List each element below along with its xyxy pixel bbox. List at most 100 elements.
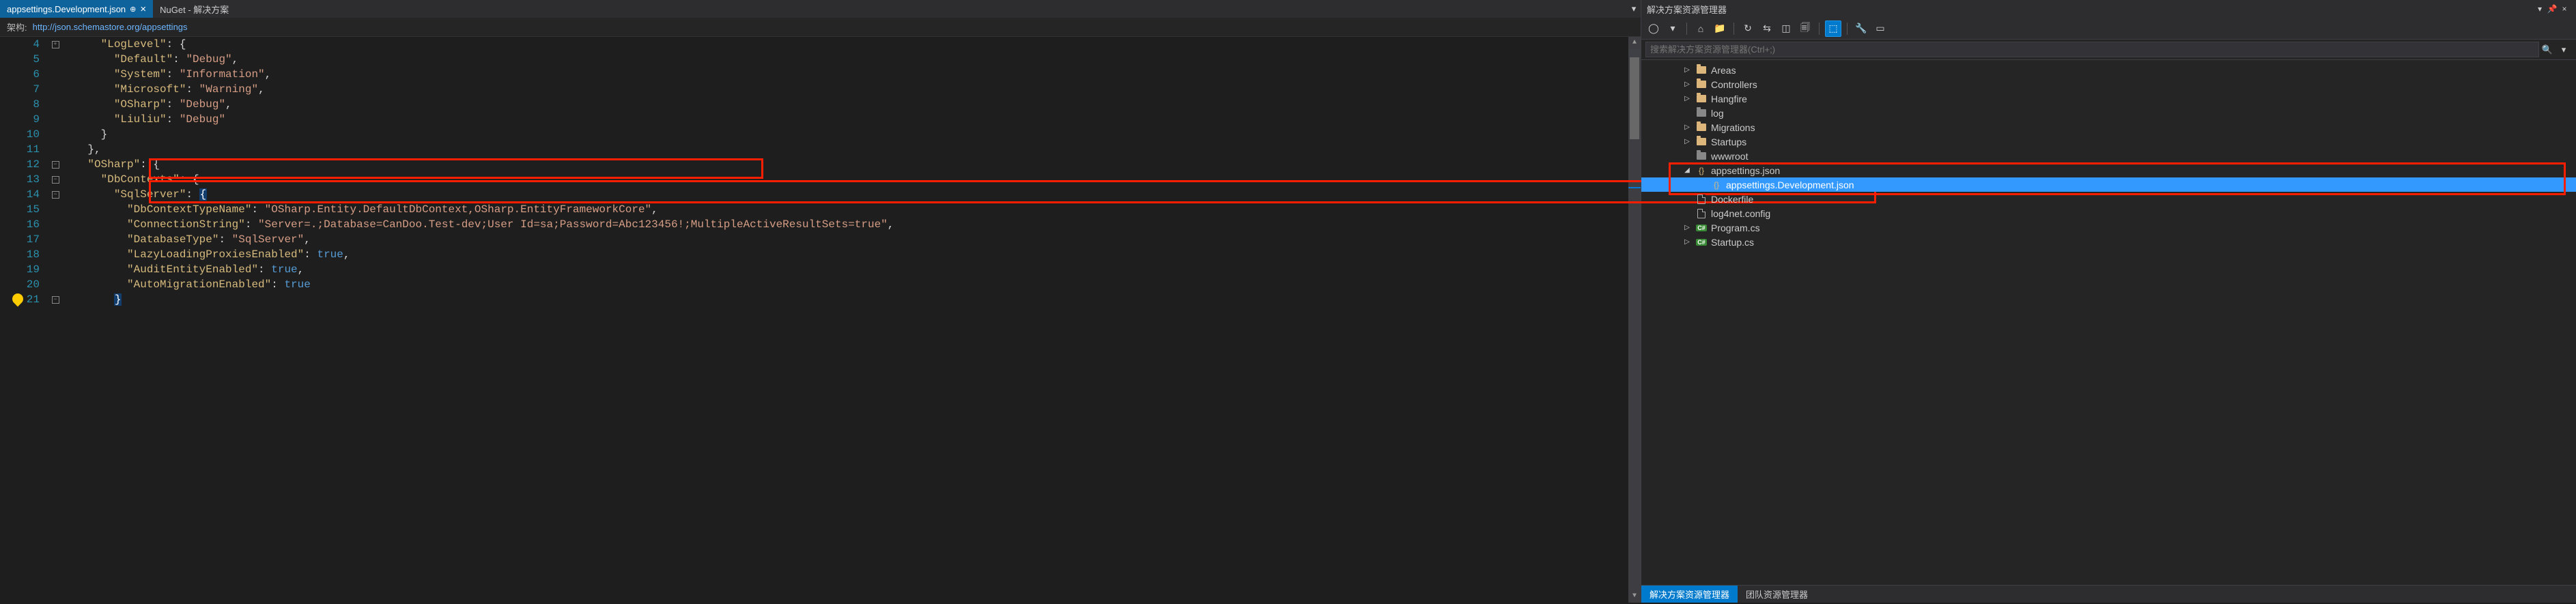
code-line[interactable]: } xyxy=(61,292,1628,307)
explorer-search-row: 🔍 ▾ xyxy=(1641,40,2576,60)
tree-item[interactable]: log4net.config xyxy=(1641,206,2576,220)
tree-item-label: Controllers xyxy=(1711,79,1757,90)
vertical-scrollbar[interactable]: ▲ ▼ xyxy=(1628,37,1641,603)
search-dropdown-icon[interactable]: ▾ xyxy=(2556,44,2572,55)
tab-label: appsettings.Development.json xyxy=(7,4,126,14)
file-icon xyxy=(1696,208,1707,219)
editor-area: appsettings.Development.json ⊕ × NuGet -… xyxy=(0,0,1641,603)
code-lines[interactable]: "LogLevel": { "Default": "Debug", "Syste… xyxy=(61,37,1628,603)
schema-label: 架构: xyxy=(7,20,27,33)
code-line[interactable]: "DbContextTypeName": "OSharp.Entity.Defa… xyxy=(61,202,1628,217)
panel-close-icon[interactable]: × xyxy=(2558,4,2571,14)
code-line[interactable]: "Liuliu": "Debug" xyxy=(61,112,1628,127)
code-line[interactable]: "AuditEntityEnabled": true, xyxy=(61,262,1628,277)
code-line[interactable]: "OSharp": { xyxy=(61,157,1628,172)
tree-item[interactable]: ▷ Controllers xyxy=(1641,77,2576,91)
sync-button[interactable]: 📁 xyxy=(1712,20,1728,37)
tree-item[interactable]: ◢ {} appsettings.json xyxy=(1641,163,2576,177)
folder-icon xyxy=(1696,94,1707,104)
wrench-button[interactable]: 🔧 xyxy=(1853,20,1869,37)
tree-item-label: wwwroot xyxy=(1711,151,1748,162)
solution-tree[interactable]: ▷Areas▷Controllers▷Hangfirelog▷Migration… xyxy=(1641,60,2576,585)
panel-menu-icon[interactable]: ▾ xyxy=(2534,4,2546,14)
collapse-button[interactable]: ⇆ xyxy=(1759,20,1775,37)
tab-appsettings-dev[interactable]: appsettings.Development.json ⊕ × xyxy=(0,0,153,18)
tree-item[interactable]: ▷Startups xyxy=(1641,134,2576,149)
scroll-thumb[interactable] xyxy=(1630,57,1639,139)
view-mode-button[interactable]: ⬚ xyxy=(1825,20,1841,37)
line-number-gutter: 456789101112131415161718192021 xyxy=(0,37,49,603)
search-icon[interactable]: 🔍 xyxy=(2539,44,2556,55)
tree-item[interactable]: ▷Hangfire xyxy=(1641,91,2576,106)
panel-pin-icon[interactable]: 📌 xyxy=(2546,4,2558,14)
properties-button[interactable]: 🗐 xyxy=(1797,20,1813,37)
explorer-search-input[interactable] xyxy=(1645,42,2539,57)
schema-url[interactable]: http://json.schemastore.org/appsettings xyxy=(33,22,188,32)
scroll-track[interactable] xyxy=(1628,57,1641,590)
forward-button[interactable]: ▾ xyxy=(1665,20,1681,37)
panel-titlebar: 解决方案资源管理器 ▾ 📌 × xyxy=(1641,0,2576,18)
folder-icon xyxy=(1696,108,1707,119)
tree-item-label: Migrations xyxy=(1711,122,1755,133)
expand-toggle[interactable]: ▷ xyxy=(1682,224,1692,231)
scroll-up-icon[interactable]: ▲ xyxy=(1628,37,1641,49)
code-line[interactable]: "LogLevel": { xyxy=(61,37,1628,52)
tree-item[interactable]: ▷C#Program.cs xyxy=(1641,220,2576,235)
expand-toggle[interactable]: ▷ xyxy=(1682,124,1692,131)
back-button[interactable]: ◯ xyxy=(1645,20,1662,37)
fold-toggle[interactable]: − xyxy=(52,161,59,169)
file-icon xyxy=(1696,194,1707,205)
refresh-button[interactable]: ↻ xyxy=(1740,20,1756,37)
home-button[interactable]: ⌂ xyxy=(1693,20,1709,37)
fold-toggle[interactable]: + xyxy=(52,41,59,48)
code-line[interactable]: "AutoMigrationEnabled": true xyxy=(61,277,1628,292)
code-line[interactable]: "DbContexts": { xyxy=(61,172,1628,187)
tab-nuget[interactable]: NuGet - 解决方案 xyxy=(153,0,236,18)
fold-toggle[interactable]: − xyxy=(52,176,59,184)
tab-solution-explorer[interactable]: 解决方案资源管理器 xyxy=(1641,586,1738,603)
fold-toggle[interactable]: − xyxy=(52,191,59,199)
expand-toggle[interactable]: ▷ xyxy=(1682,238,1692,246)
tree-item[interactable]: wwwroot xyxy=(1641,149,2576,163)
tree-item[interactable]: log xyxy=(1641,106,2576,120)
document-tabs: appsettings.Development.json ⊕ × NuGet -… xyxy=(0,0,1641,18)
solution-explorer-panel: 解决方案资源管理器 ▾ 📌 × ◯ ▾ ⌂ 📁 ↻ ⇆ ◫ 🗐 ⬚ 🔧 ▭ 🔍 … xyxy=(1641,0,2576,603)
explorer-toolbar: ◯ ▾ ⌂ 📁 ↻ ⇆ ◫ 🗐 ⬚ 🔧 ▭ xyxy=(1641,18,2576,40)
fold-toggle[interactable]: − xyxy=(52,296,59,304)
pin-icon[interactable]: ⊕ xyxy=(130,5,136,14)
expand-toggle[interactable]: ▷ xyxy=(1682,138,1692,145)
expand-toggle[interactable]: ◢ xyxy=(1682,167,1692,174)
preview-button[interactable]: ▭ xyxy=(1872,20,1888,37)
code-line[interactable]: "ConnectionString": "Server=.;Database=C… xyxy=(61,217,1628,232)
code-line[interactable]: "SqlServer": { xyxy=(61,187,1628,202)
code-line[interactable]: } xyxy=(61,127,1628,142)
code-line[interactable]: "DatabaseType": "SqlServer", xyxy=(61,232,1628,247)
folder-icon xyxy=(1696,136,1707,147)
code-editor[interactable]: 456789101112131415161718192021 + − − − − "Lo… xyxy=(0,37,1641,603)
tree-item[interactable]: ▷Areas xyxy=(1641,63,2576,77)
tab-team-explorer[interactable]: 团队资源管理器 xyxy=(1738,586,1816,603)
tree-item[interactable]: Dockerfile xyxy=(1641,192,2576,206)
show-all-button[interactable]: ◫ xyxy=(1778,20,1794,37)
scroll-down-icon[interactable]: ▼ xyxy=(1628,590,1641,603)
tree-item-label: appsettings.Development.json xyxy=(1726,179,1854,190)
code-line[interactable]: "System": "Information", xyxy=(61,67,1628,82)
split-handle[interactable] xyxy=(1628,49,1641,57)
close-icon[interactable]: × xyxy=(140,3,146,15)
code-line[interactable]: "Microsoft": "Warning", xyxy=(61,82,1628,97)
tree-item[interactable]: ▷C#Startup.cs xyxy=(1641,235,2576,249)
expand-toggle[interactable]: ▷ xyxy=(1682,81,1692,88)
expand-toggle[interactable]: ▷ xyxy=(1682,95,1692,102)
code-line[interactable]: "LazyLoadingProxiesEnabled": true, xyxy=(61,247,1628,262)
tree-item[interactable]: {}appsettings.Development.json xyxy=(1641,177,2576,192)
code-line[interactable]: "OSharp": "Debug", xyxy=(61,97,1628,112)
tabs-dropdown[interactable]: ▾ xyxy=(1627,0,1641,18)
panel-bottom-tabs: 解决方案资源管理器 团队资源管理器 xyxy=(1641,585,2576,603)
tree-item[interactable]: ▷ Migrations xyxy=(1641,120,2576,134)
code-line[interactable]: "Default": "Debug", xyxy=(61,52,1628,67)
tree-item-label: appsettings.json xyxy=(1711,165,1780,176)
code-line[interactable]: }, xyxy=(61,142,1628,157)
expand-toggle[interactable]: ▷ xyxy=(1682,66,1692,74)
json-file-icon: {} xyxy=(1696,165,1707,176)
csharp-file-icon: C# xyxy=(1696,237,1707,248)
